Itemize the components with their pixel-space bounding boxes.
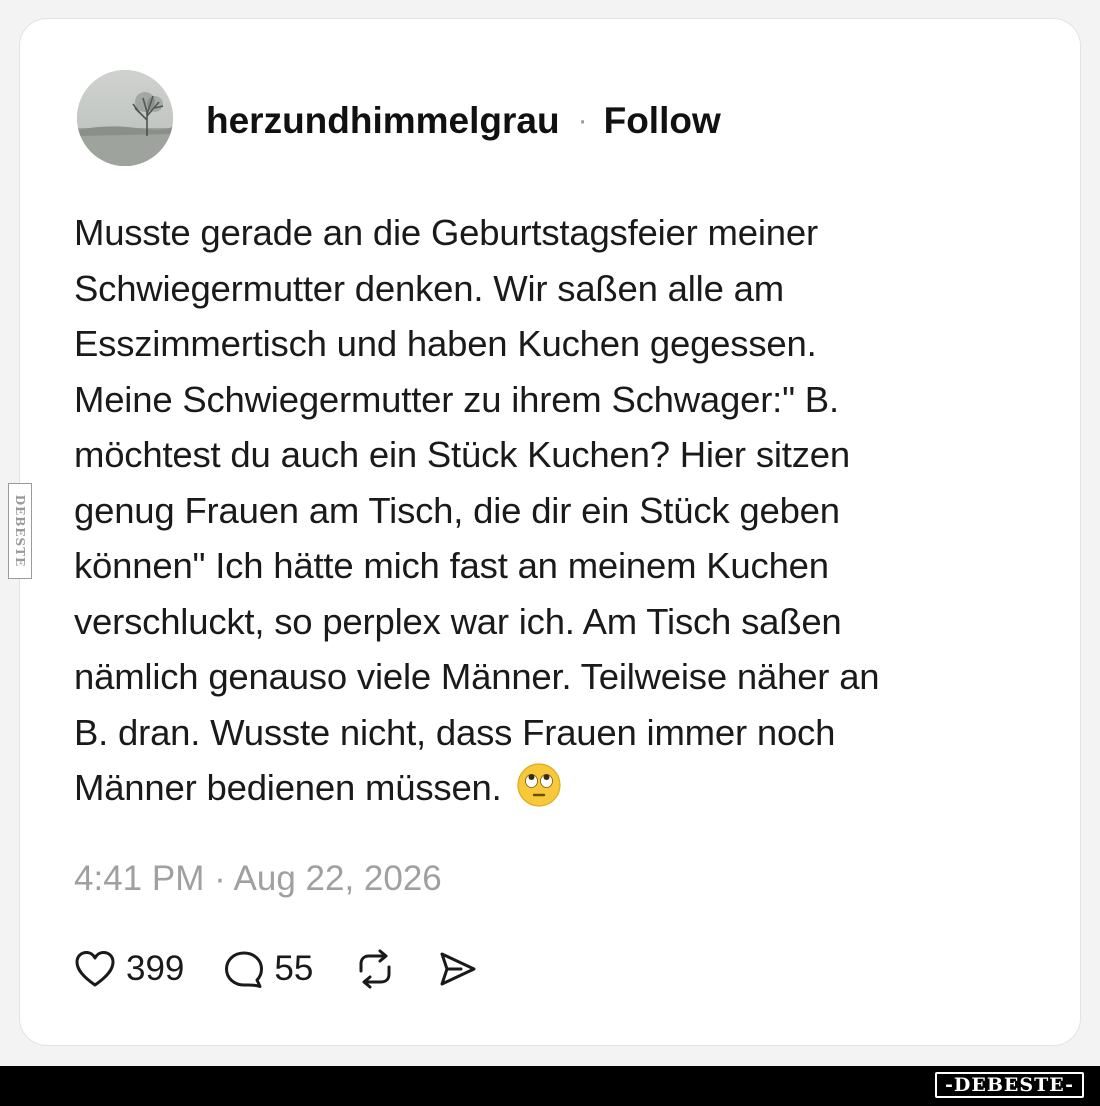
- face-with-rolling-eyes-icon: [516, 763, 561, 807]
- post-body: Musste gerade an die Geburtstagsfeier me…: [74, 205, 1034, 816]
- share-button[interactable]: [437, 949, 479, 989]
- post-card: herzundhimmelgrau · Follow Musste gerade…: [19, 18, 1081, 1046]
- watermark-logo: -DEBESTE-: [935, 1072, 1084, 1098]
- reply-count: 55: [274, 949, 314, 988]
- heart-icon: [75, 951, 115, 987]
- repost-button[interactable]: [353, 949, 397, 989]
- repost-icon: [359, 949, 391, 989]
- post-text: Musste gerade an die Geburtstagsfeier me…: [74, 212, 880, 808]
- bottom-watermark-bar: -DEBESTE-: [0, 1066, 1100, 1106]
- follow-button[interactable]: Follow: [604, 100, 721, 142]
- reply-button[interactable]: 55: [224, 949, 313, 989]
- post-header: herzundhimmelgrau · Follow: [206, 99, 721, 143]
- comment-bubble-icon: [225, 951, 264, 988]
- side-watermark: DEBESTE: [8, 483, 32, 579]
- like-button[interactable]: 399: [74, 949, 184, 989]
- header-separator: ·: [577, 104, 588, 137]
- avatar[interactable]: [77, 70, 173, 166]
- username[interactable]: herzundhimmelgrau: [206, 100, 560, 142]
- like-count: 399: [126, 949, 185, 988]
- post-timestamp[interactable]: 4:41 PM · Aug 22, 2026: [74, 859, 442, 899]
- side-watermark-label: DEBESTE: [13, 494, 27, 568]
- post-actions: 399 55: [74, 944, 519, 994]
- avatar-landscape-image: [77, 70, 173, 166]
- send-icon: [440, 952, 476, 986]
